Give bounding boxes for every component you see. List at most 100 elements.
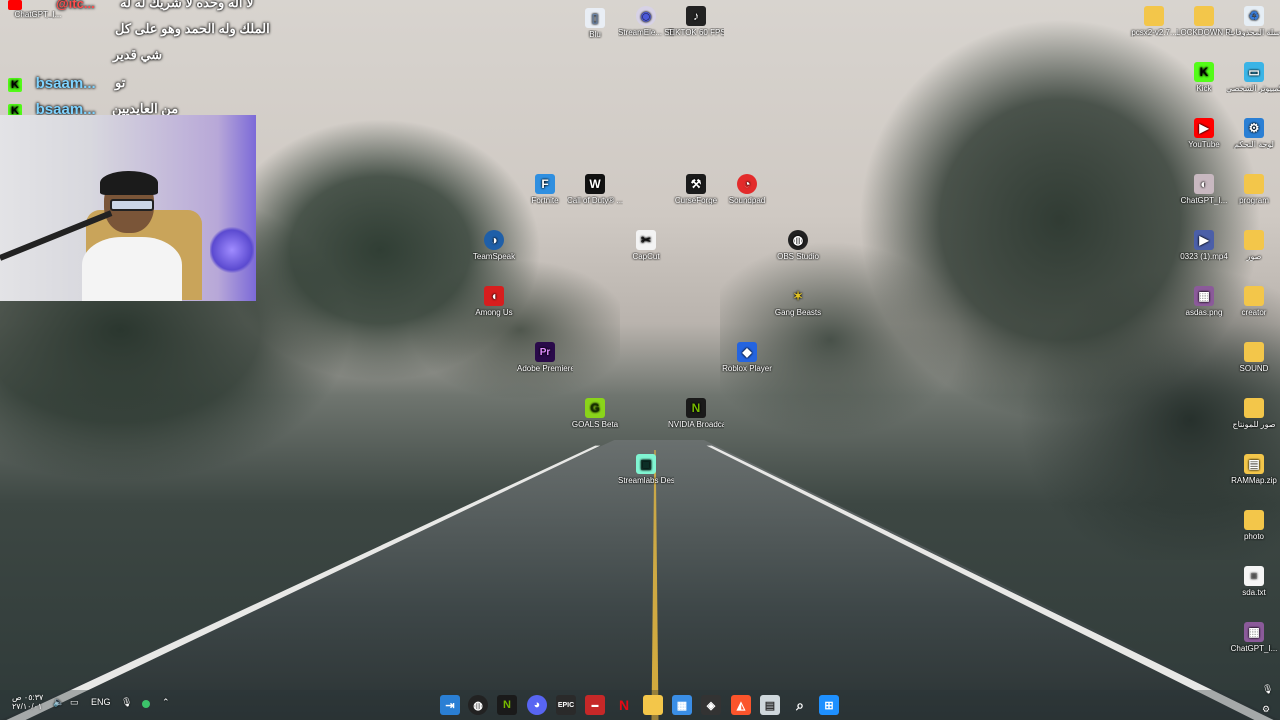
desktop-icon-call-of-duty[interactable]: W Call of Duty® ... — [567, 174, 623, 205]
folder-icon — [1244, 174, 1264, 194]
desktop-icon-goals[interactable]: G GOALS Beta — [567, 398, 623, 429]
desktop-icon-tiktok[interactable]: ♪ TIKTOK 60 FPS P... — [668, 6, 724, 37]
desktop-icon-teamspeak[interactable]: ◑ TeamSpeak — [466, 230, 522, 261]
zip-folder-icon: ▤ — [1244, 454, 1264, 474]
premiere-icon: Pr — [535, 342, 555, 362]
settings-icon[interactable]: ⚙ — [1262, 704, 1270, 715]
netflix-icon[interactable]: N — [614, 695, 634, 715]
desktop-icon-kick[interactable]: K Kick — [1176, 62, 1232, 93]
folder-icon — [1244, 510, 1264, 530]
desktop-icon-fortnite[interactable]: F Fortnite — [517, 174, 573, 205]
windows-start-icon[interactable]: ⊞ — [819, 695, 839, 715]
folder-icon — [1244, 342, 1264, 362]
tiktok-icon: ♪ — [686, 6, 706, 26]
store-icon[interactable]: ▦ — [672, 695, 692, 715]
desktop-icon-premiere[interactable]: Pr Adobe Premiere P... — [517, 342, 573, 373]
desktop-icon-soundpad[interactable]: ◔ Soundpad — [719, 174, 775, 205]
desktop-icon-streamlabs[interactable]: ▣ Streamlabs Desktop — [618, 454, 674, 485]
folder-icon — [1244, 286, 1264, 306]
desktop-icon-obs[interactable]: ◍ OBS Studio — [770, 230, 826, 261]
streamlabs-icon: ▣ — [636, 454, 656, 474]
youtube-icon — [8, 0, 22, 10]
search-icon[interactable]: ⌕ — [790, 695, 810, 715]
desktop-icon-capcut[interactable]: ✂ CapCut — [618, 230, 674, 261]
desktop-icon-sound[interactable]: SOUND — [1226, 342, 1280, 373]
epic-games-icon[interactable]: EPIC — [556, 695, 576, 715]
desktop-icon-recycle-bin[interactable]: ♻ سلة المحذوفات — [1226, 6, 1280, 37]
call-of-duty-icon: W — [585, 174, 605, 194]
chevron-up-icon[interactable]: ⌃ — [162, 697, 170, 708]
network-icon[interactable]: ▭ — [70, 697, 79, 708]
taskbar-app-icon[interactable]: ⇥ — [440, 695, 460, 715]
youtube-icon: ▶ — [1194, 118, 1214, 138]
task-view-icon[interactable]: ▤ — [760, 695, 780, 715]
desktop-icon-gang-beasts[interactable]: ✶ Gang Beasts — [770, 286, 826, 318]
folder-icon — [1244, 398, 1264, 418]
desktop-icon-this-pc[interactable]: ▭ هذا الكمبيوتر الشخصي — [1226, 62, 1280, 93]
desktop-icon-photo[interactable]: photo — [1226, 510, 1280, 541]
desktop-icon-chatgpt-3[interactable]: ▦ ChatGPT_I... — [1226, 622, 1280, 653]
capcut-icon: ✂ — [636, 230, 656, 250]
desktop-icon-asdas[interactable]: ▦ asdas.png — [1176, 286, 1232, 317]
desktop-icon-chatgpt-2[interactable]: ◐ ChatGPT_I... — [1176, 174, 1232, 205]
desktop-icon-rammap[interactable]: ▤ RAMMap.zip — [1226, 454, 1280, 485]
desktop-icon-montage[interactable]: صور للمونتاج — [1226, 398, 1280, 429]
desktop-icon-nvidia-broadcast[interactable]: N NVIDIA Broadcast — [668, 398, 724, 429]
file-explorer-icon[interactable] — [643, 695, 663, 715]
computer-icon: ▭ — [1244, 62, 1264, 82]
desktop-icon-curseforge[interactable]: ⚒ CurseForge — [668, 174, 724, 205]
gang-beasts-icon: ✶ — [792, 288, 804, 303]
obs-icon[interactable]: ◍ — [468, 695, 488, 715]
desktop-icon-chatgpt-1[interactable]: ChatGPT_I... — [10, 10, 66, 19]
brave-icon[interactable]: ◭ — [731, 695, 751, 715]
streamelements-icon: ◉ — [636, 6, 656, 26]
desktop-icon-photos-folder[interactable]: صور — [1226, 230, 1280, 261]
desktop-icon-program[interactable]: program — [1226, 174, 1280, 205]
goals-icon: G — [585, 398, 605, 418]
folder-icon — [1194, 6, 1214, 26]
desktop-icon-among-us[interactable]: ◖ Among Us — [466, 286, 522, 317]
recycle-bin-icon: ♻ — [1244, 6, 1264, 26]
webcam-overlay — [0, 115, 256, 301]
teamspeak-icon: ◑ — [484, 230, 504, 250]
nvidia-icon[interactable]: N — [497, 695, 517, 715]
curseforge-icon: ⚒ — [686, 174, 706, 194]
clock[interactable]: ٠٥:٣٧ ص ٢٧/١٠/٠١ — [12, 693, 43, 711]
webcam-person — [82, 171, 182, 301]
obs-icon: ◍ — [788, 230, 808, 250]
desktop-icon-roblox[interactable]: ◆ Roblox Player — [719, 342, 775, 373]
discord-icon[interactable]: ◕ — [527, 695, 547, 715]
file-icon: ▯ — [585, 8, 605, 28]
desktop-icon-youtube[interactable]: ▶ YouTube — [1176, 118, 1232, 149]
soundpad-icon: ◔ — [737, 174, 757, 194]
desktop-icon-streamelements[interactable]: ◉ StreamEle... SE.Live — [618, 6, 674, 37]
microphone-icon[interactable]: 🎙 — [1262, 684, 1273, 695]
clock-time: ٠٥:٣٧ ص — [12, 693, 44, 702]
roblox-icon: ◆ — [737, 342, 757, 362]
webcam-light — [210, 225, 254, 275]
chat-line-1: الملك وله الحمد وهو على كل — [115, 21, 270, 36]
desktop-icon-blu[interactable]: ▯ Blu — [567, 8, 623, 39]
folder-icon — [1244, 230, 1264, 250]
microphone-icon[interactable]: 🎙 — [121, 697, 132, 708]
speaker-icon[interactable]: 🔈 — [53, 697, 64, 708]
text-file-icon: ≡ — [1244, 566, 1264, 586]
clock-date: ٢٧/١٠/٠١ — [12, 702, 43, 711]
desktop-icon-mp4[interactable]: ▶ 0323 (1).mp4 — [1176, 230, 1232, 261]
kick-icon: K — [8, 77, 22, 92]
control-panel-icon: ⚙ — [1244, 118, 1264, 138]
video-editor-icon[interactable]: ▬ — [585, 695, 605, 715]
desktop-icon-lockdown[interactable]: LOCKDOWN Protocol — [1176, 6, 1232, 37]
status-dot-icon[interactable] — [142, 700, 150, 708]
taskbar — [0, 690, 1280, 720]
desktop-icon-sda[interactable]: ≡ sda.txt — [1226, 566, 1280, 597]
language-indicator[interactable]: ENG — [91, 697, 111, 707]
desktop-icon-control-panel[interactable]: ⚙ لوحة التحكم — [1226, 118, 1280, 149]
chat-username: bsaam... — [35, 75, 96, 92]
desktop-icon-pcsx2[interactable]: pcsx2-v2.7... — [1126, 6, 1182, 37]
video-file-icon: ▶ — [1194, 230, 1214, 250]
app-icon[interactable]: ◈ — [701, 695, 721, 715]
desktop-icon-creator[interactable]: creator — [1226, 286, 1280, 317]
image-file-icon: ▦ — [1194, 286, 1214, 306]
folder-icon — [1144, 6, 1164, 26]
